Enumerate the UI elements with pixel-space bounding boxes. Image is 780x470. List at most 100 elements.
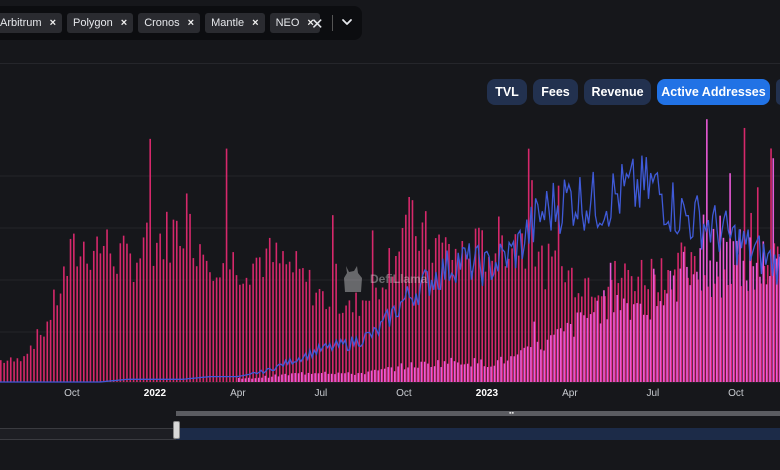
- bar: [277, 376, 280, 382]
- bar: [739, 229, 741, 382]
- chevron-down-icon[interactable]: [340, 15, 354, 29]
- zoom-window[interactable]: [176, 428, 780, 440]
- bar: [689, 285, 692, 382]
- bar: [215, 277, 218, 382]
- bar: [490, 366, 492, 382]
- bar: [267, 377, 270, 382]
- bar: [488, 256, 490, 382]
- bar: [146, 222, 148, 382]
- bar: [73, 233, 75, 382]
- bar: [308, 269, 311, 382]
- bar: [424, 211, 427, 382]
- bar: [596, 300, 599, 382]
- bar: [752, 266, 755, 382]
- bar: [669, 270, 672, 382]
- bar: [484, 271, 487, 382]
- bar: [662, 305, 665, 382]
- bar: [712, 228, 715, 382]
- bar: [347, 372, 350, 382]
- tvl-button[interactable]: TVL: [487, 79, 527, 105]
- fees-button[interactable]: Fees: [533, 79, 578, 105]
- bar: [374, 369, 376, 382]
- bar: [285, 264, 288, 382]
- bar: [364, 374, 366, 382]
- bar: [393, 371, 396, 382]
- bar: [66, 275, 68, 382]
- chain-tag-list: Arbitrum × Polygon × Cronos × Mantle × N…: [0, 13, 320, 33]
- section-divider: [0, 63, 780, 64]
- active-addresses-button[interactable]: Active Addresses: [657, 79, 770, 105]
- bar: [287, 375, 290, 382]
- bar: [33, 348, 35, 382]
- bar: [26, 353, 29, 382]
- bar: [586, 317, 589, 382]
- bar: [36, 329, 39, 382]
- bar: [481, 230, 483, 382]
- bar: [318, 288, 321, 382]
- bar: [536, 341, 539, 382]
- bar: [195, 266, 198, 382]
- bar: [384, 368, 386, 382]
- zoom-range-grip-icon[interactable]: ▪▪: [509, 410, 514, 417]
- zoom-handle[interactable]: [173, 421, 180, 439]
- bar: [559, 328, 562, 382]
- bar: [307, 372, 310, 382]
- bar: [251, 378, 253, 382]
- bar: [43, 336, 45, 382]
- clear-all-icon[interactable]: ✕: [311, 15, 324, 33]
- chain-tag-cronos[interactable]: Cronos ×: [138, 13, 201, 33]
- bar: [365, 300, 367, 382]
- bar: [288, 261, 291, 382]
- bar: [699, 248, 702, 382]
- revenue-button[interactable]: Revenue: [584, 79, 651, 105]
- bar: [649, 319, 652, 382]
- bar: [599, 323, 602, 382]
- more-metrics-button[interactable]: [776, 79, 780, 105]
- bar: [172, 219, 175, 382]
- bar: [553, 334, 555, 382]
- close-icon[interactable]: ×: [50, 17, 56, 29]
- bar: [626, 303, 628, 382]
- bar: [410, 362, 413, 382]
- bar: [268, 237, 271, 382]
- bar: [205, 260, 208, 382]
- bar: [619, 310, 622, 382]
- bar: [755, 262, 758, 382]
- bar: [212, 280, 215, 382]
- bar: [317, 373, 320, 382]
- bar: [332, 215, 334, 382]
- chain-tag-polygon[interactable]: Polygon ×: [67, 13, 134, 33]
- bar: [390, 367, 393, 382]
- bar: [516, 354, 519, 382]
- bar: [330, 373, 333, 382]
- bar: [498, 216, 500, 382]
- bar: [476, 363, 479, 382]
- zoom-range-bar[interactable]: [176, 411, 780, 416]
- bar: [109, 253, 112, 382]
- bar: [169, 262, 171, 382]
- bar: [421, 222, 424, 382]
- bar: [656, 306, 658, 382]
- bar: [23, 356, 25, 382]
- close-icon[interactable]: ×: [188, 17, 194, 29]
- bar: [706, 119, 708, 382]
- bar: [244, 378, 247, 382]
- bar: [142, 237, 145, 382]
- chain-tag-mantle[interactable]: Mantle ×: [205, 13, 265, 33]
- bar: [716, 261, 718, 382]
- bar: [358, 315, 361, 382]
- close-icon[interactable]: ×: [252, 17, 258, 29]
- bar: [438, 234, 440, 382]
- bar: [387, 367, 389, 382]
- bar: [237, 377, 240, 382]
- bar: [16, 358, 19, 382]
- bar: [166, 211, 168, 382]
- close-icon[interactable]: ×: [121, 17, 127, 29]
- chain-tag-arbitrum[interactable]: Arbitrum ×: [0, 13, 62, 33]
- bar: [573, 336, 575, 382]
- bar: [79, 256, 82, 382]
- bar: [722, 237, 725, 382]
- bar: [46, 321, 49, 382]
- bar: [503, 363, 506, 382]
- bar: [403, 369, 406, 382]
